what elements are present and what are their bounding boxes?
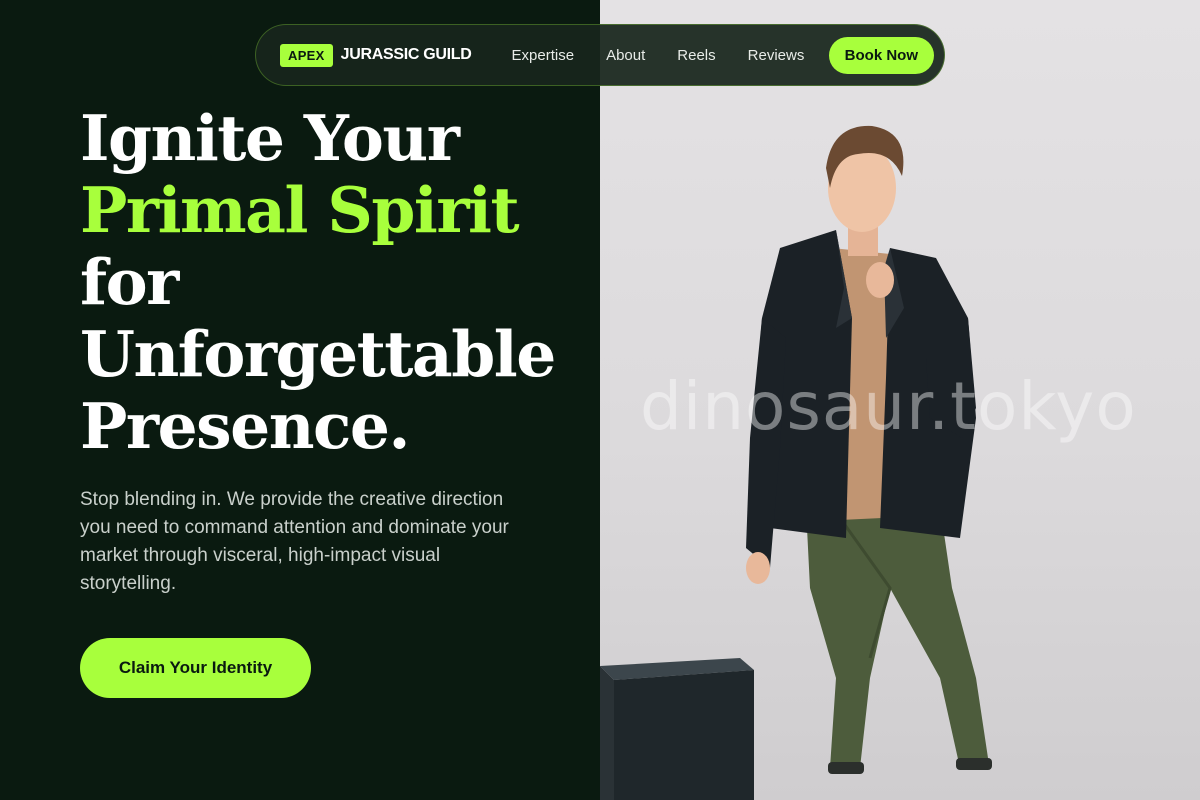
- hero-title: Ignite Your Primal Spirit for Unforgetta…: [80, 102, 580, 462]
- brand-logo[interactable]: APEX JURASSIC GUILD: [280, 43, 472, 67]
- hero-photo: dinosaur.tokyo: [600, 0, 1200, 800]
- brand-badge: APEX: [280, 43, 333, 67]
- hero-title-line-3: for: [80, 245, 179, 319]
- claim-identity-button[interactable]: Claim Your Identity: [80, 638, 311, 698]
- nav-link-about[interactable]: About: [606, 47, 645, 64]
- hero-title-line-2: Primal Spirit: [80, 173, 520, 247]
- hero-title-line-5: Presence.: [80, 389, 410, 463]
- brand-name: JURASSIC GUILD: [340, 46, 472, 63]
- book-now-button[interactable]: Book Now: [828, 36, 934, 74]
- pedestal-block: [600, 658, 754, 800]
- hero-description: Stop blending in. We provide the creativ…: [80, 489, 509, 594]
- hero-title-line-4: Unforgettable: [80, 317, 556, 391]
- top-navigation: APEX JURASSIC GUILD Expertise About Reel…: [255, 24, 945, 86]
- nav-link-reviews[interactable]: Reviews: [748, 47, 805, 64]
- nav-link-reels[interactable]: Reels: [677, 47, 715, 64]
- watermark-text: dinosaur.tokyo: [640, 368, 1137, 445]
- nav-links: Expertise About Reels Reviews: [512, 47, 805, 64]
- model-figure: [746, 125, 992, 774]
- nav-link-expertise[interactable]: Expertise: [512, 47, 575, 64]
- hero-title-line-1: Ignite Your: [80, 101, 460, 175]
